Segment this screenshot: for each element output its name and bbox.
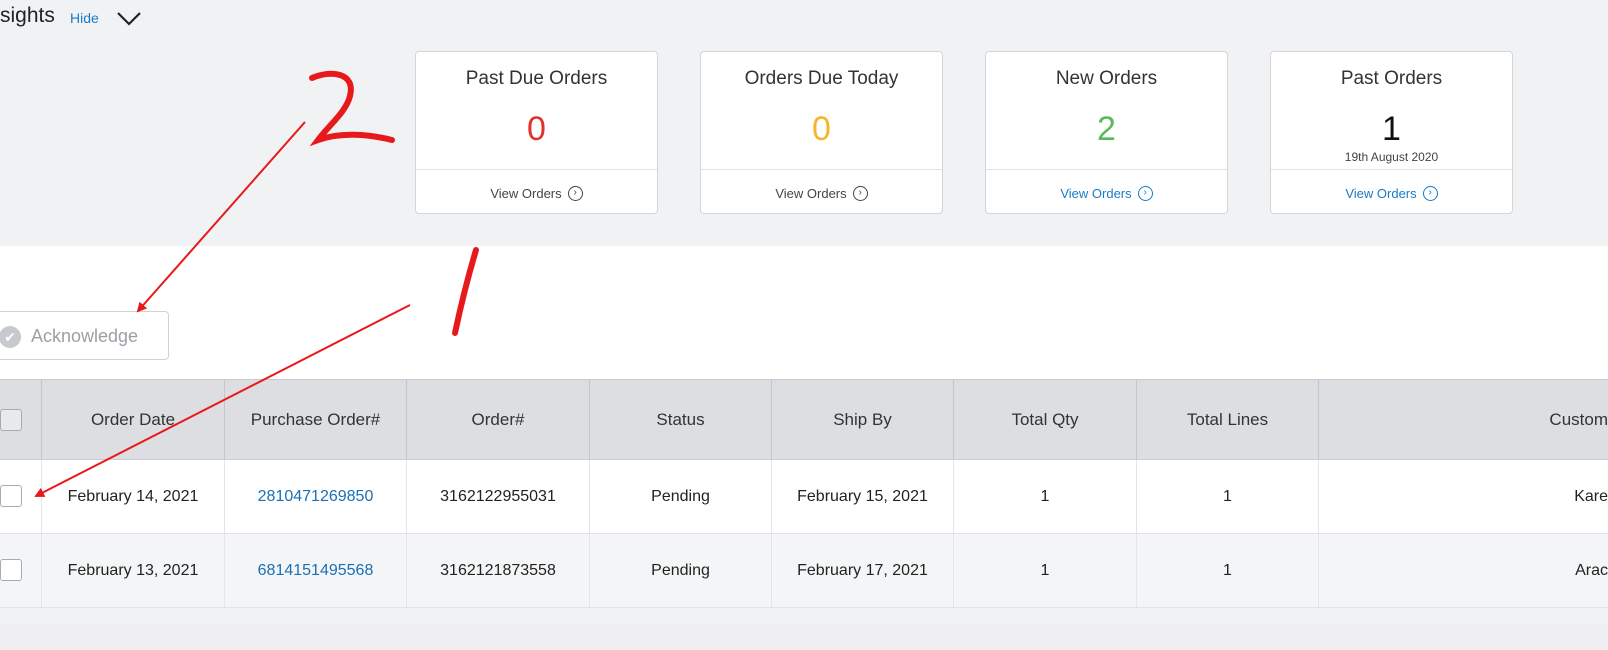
card-value: 1 (1382, 110, 1401, 148)
acknowledge-button[interactable]: ✔ Acknowledge (0, 311, 169, 360)
card-divider (1271, 169, 1512, 170)
ship-by-cell: February 15, 2021 (772, 460, 954, 533)
card-title: Past Due Orders (465, 68, 608, 89)
view-new-orders-link[interactable]: View Orders › (986, 186, 1227, 202)
column-header-status[interactable]: Status (590, 380, 772, 459)
new-orders-card: New Orders 2 View Orders › (985, 51, 1228, 214)
customer-cell: Arac (1575, 562, 1608, 579)
status-cell: Pending (590, 534, 772, 607)
table-row[interactable]: February 13, 2021 6814151495568 31621218… (0, 534, 1608, 608)
column-header-ship-by[interactable]: Ship By (772, 380, 954, 459)
purchase-order-cell: 2810471269850 (225, 460, 407, 533)
column-header-order-date[interactable]: Order Date (42, 380, 225, 459)
past-due-orders-card: Past Due Orders 0 View Orders › (415, 51, 658, 214)
purchase-order-cell: 6814151495568 (225, 534, 407, 607)
card-value: 2 (1097, 110, 1116, 148)
chevron-right-circle-icon: › (567, 186, 583, 202)
view-past-due-orders-link[interactable]: View Orders › (416, 186, 657, 202)
card-subtitle-date: 19th August 2020 (1344, 150, 1439, 164)
card-link-label: View Orders (490, 186, 562, 201)
total-qty-cell: 1 (954, 460, 1137, 533)
hide-insights-link[interactable]: Hide (70, 10, 99, 26)
card-value: 0 (527, 110, 546, 148)
check-circle-icon: ✔ (0, 326, 21, 348)
insights-title: sights (0, 4, 55, 27)
row-select-cell (0, 460, 42, 533)
view-orders-due-today-link[interactable]: View Orders › (701, 186, 942, 202)
footer-band (0, 624, 1608, 650)
column-header-total-qty[interactable]: Total Qty (954, 380, 1137, 459)
table-header: Order Date Purchase Order# Order# Status… (0, 379, 1608, 460)
chevron-right-circle-icon: › (1422, 186, 1438, 202)
view-past-orders-link[interactable]: View Orders › (1271, 186, 1512, 202)
purchase-order-link[interactable]: 2810471269850 (258, 488, 374, 505)
card-divider (701, 169, 942, 170)
column-header-total-lines[interactable]: Total Lines (1137, 380, 1319, 459)
chevron-down-icon[interactable] (116, 8, 142, 28)
ship-by-cell: February 17, 2021 (772, 534, 954, 607)
column-header-customer[interactable]: Custom (1319, 380, 1608, 459)
status-cell: Pending (590, 460, 772, 533)
chevron-right-circle-icon: › (1137, 186, 1153, 202)
customer-cell: Kare (1574, 488, 1608, 505)
order-number-cell: 3162122955031 (407, 460, 590, 533)
row-checkbox[interactable] (0, 559, 22, 581)
total-lines-cell: 1 (1137, 460, 1319, 533)
order-date-cell: February 14, 2021 (42, 460, 225, 533)
acknowledge-label: Acknowledge (31, 326, 139, 346)
card-link-label: View Orders (775, 186, 847, 201)
card-divider (986, 169, 1227, 170)
select-all-cell (0, 380, 42, 459)
card-title: New Orders (1055, 68, 1158, 89)
card-link-label: View Orders (1060, 186, 1132, 201)
card-link-label: View Orders (1345, 186, 1417, 201)
card-title: Past Orders (1340, 68, 1443, 89)
card-divider (416, 169, 657, 170)
total-lines-cell: 1 (1137, 534, 1319, 607)
row-checkbox[interactable] (0, 485, 22, 507)
orders-due-today-card: Orders Due Today 0 View Orders › (700, 51, 943, 214)
card-value: 0 (812, 110, 831, 148)
chevron-right-circle-icon: › (852, 186, 868, 202)
column-header-purchase-order[interactable]: Purchase Order# (225, 380, 407, 459)
select-all-checkbox[interactable] (0, 409, 22, 431)
total-qty-cell: 1 (954, 534, 1137, 607)
order-number-cell: 3162121873558 (407, 534, 590, 607)
column-header-order-number[interactable]: Order# (407, 380, 590, 459)
card-title: Orders Due Today (744, 68, 899, 89)
table-row[interactable]: February 14, 2021 2810471269850 31621229… (0, 460, 1608, 534)
row-select-cell (0, 534, 42, 607)
order-date-cell: February 13, 2021 (42, 534, 225, 607)
past-orders-card: Past Orders 1 19th August 2020 View Orde… (1270, 51, 1513, 214)
insights-panel: sights Hide Past Due Orders 0 View Order… (0, 0, 1608, 246)
purchase-order-link[interactable]: 6814151495568 (258, 562, 374, 579)
